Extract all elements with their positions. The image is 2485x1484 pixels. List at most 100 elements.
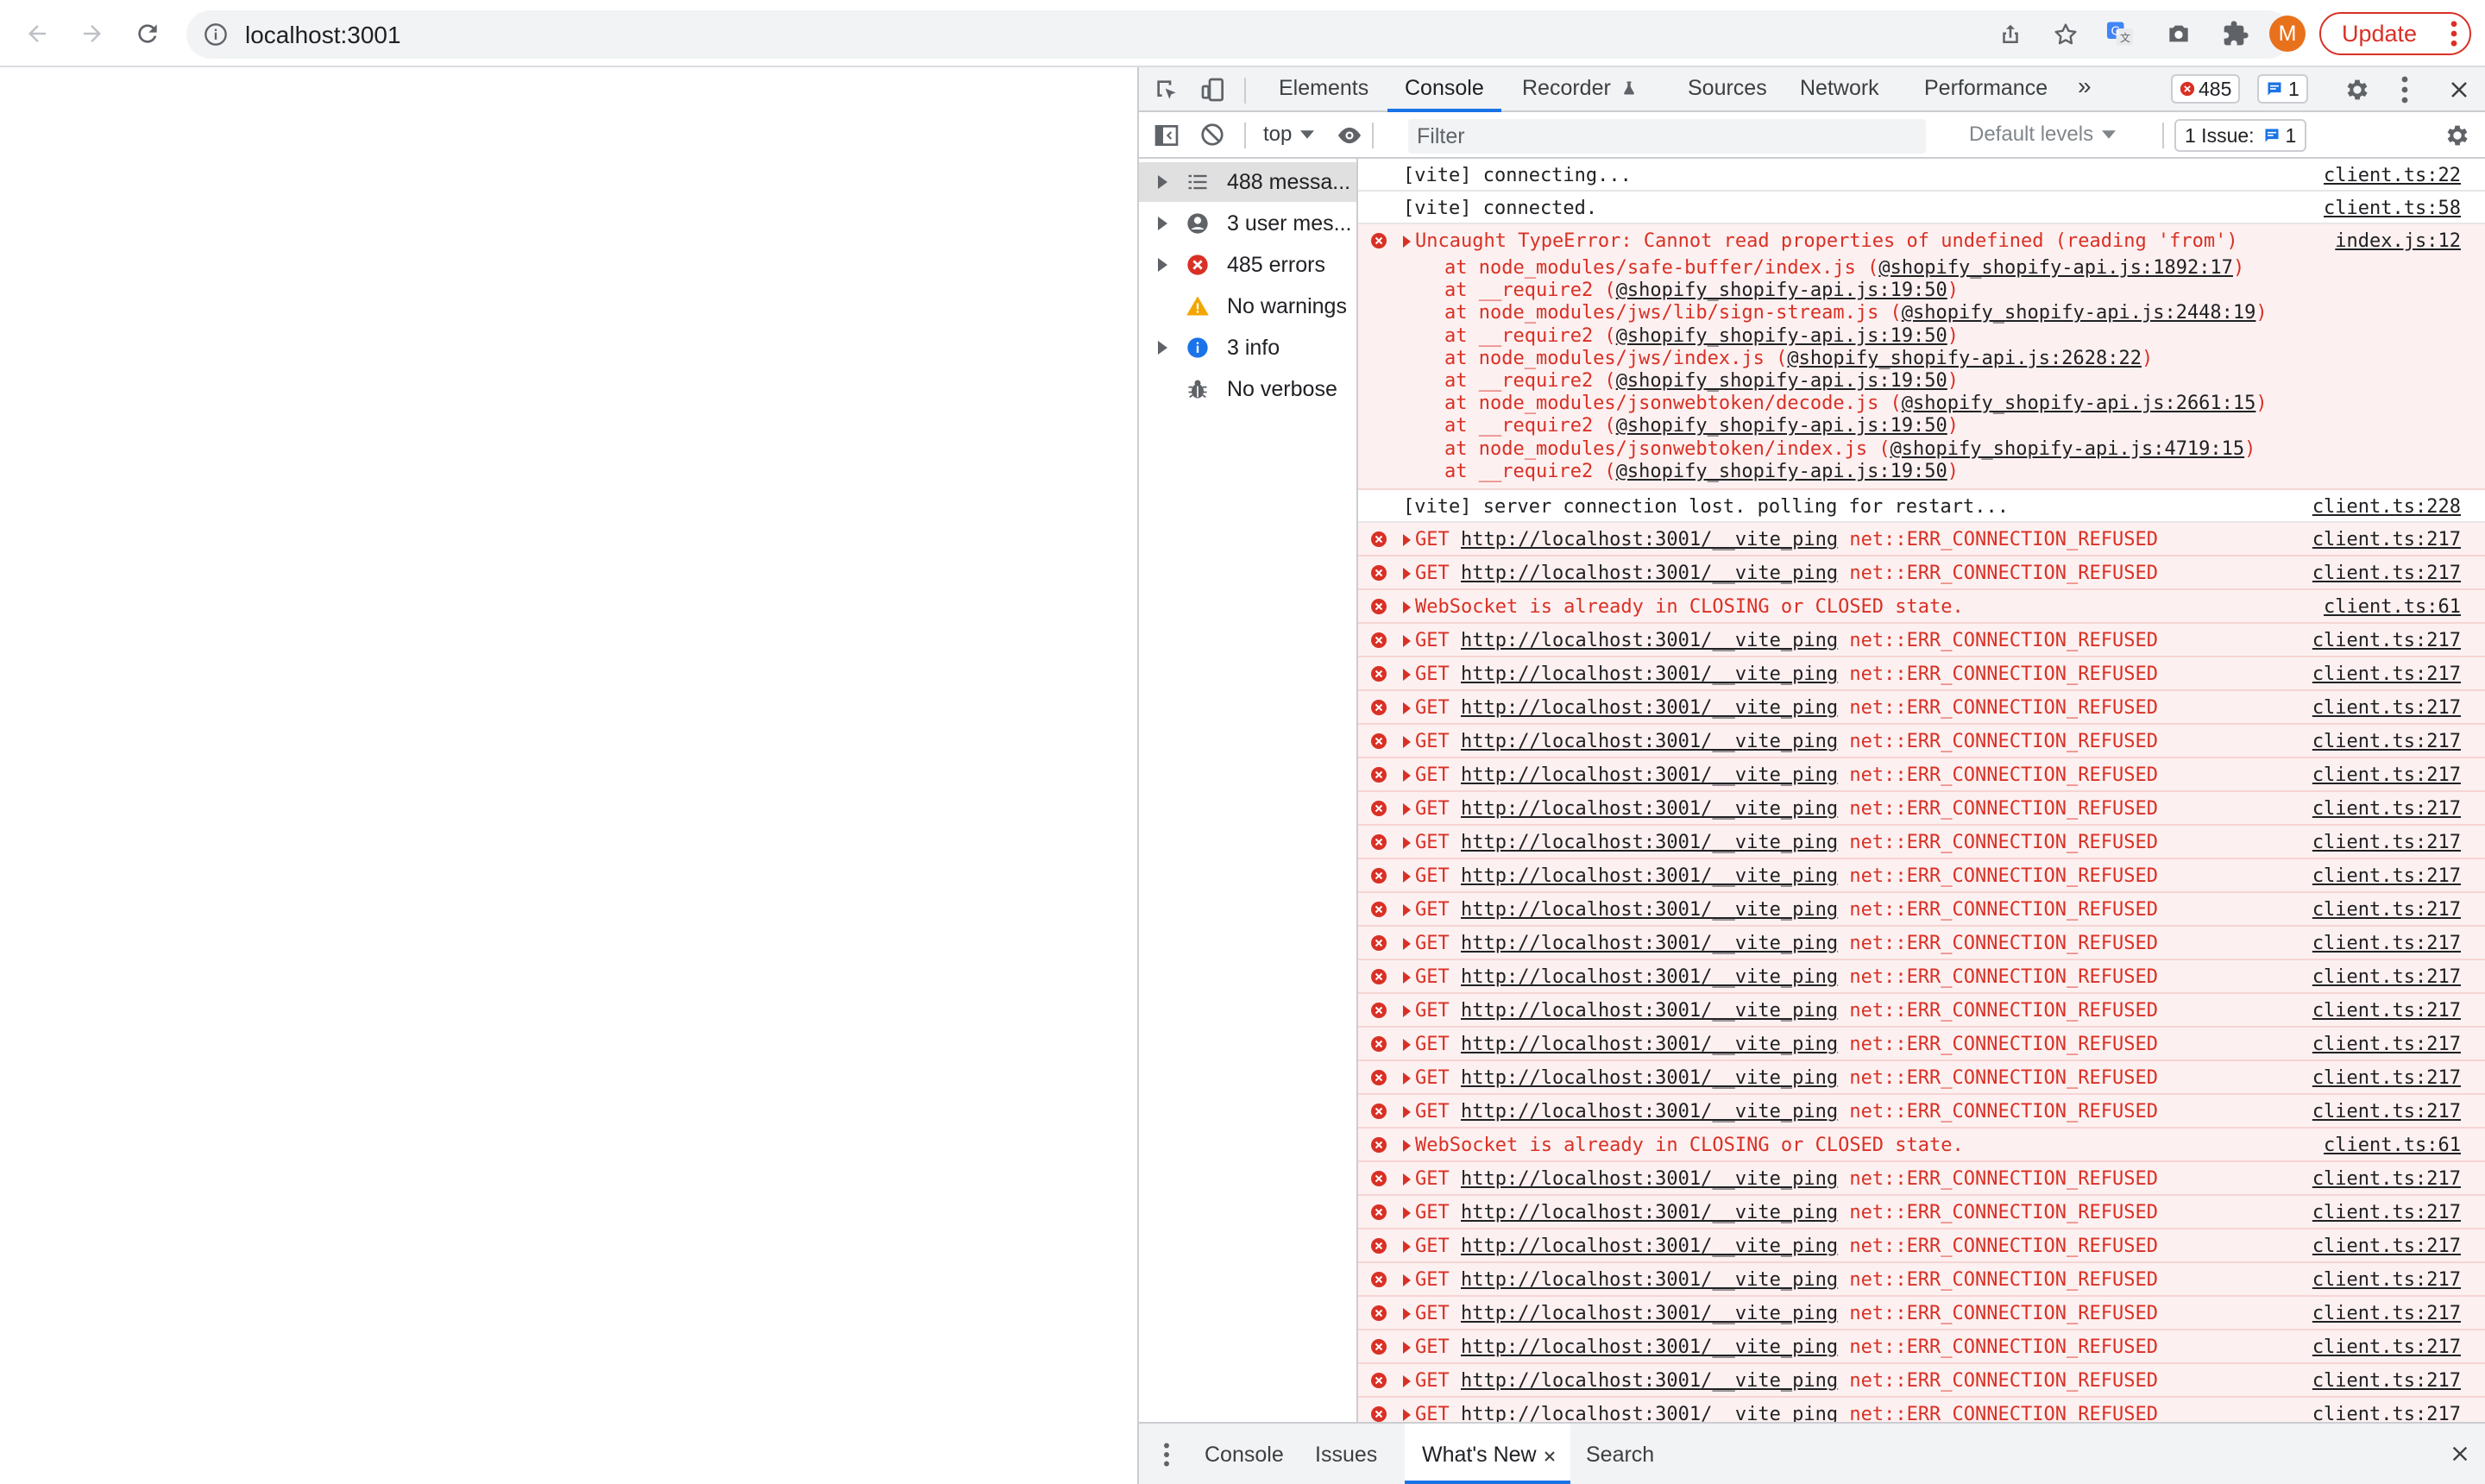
network-error-row[interactable]: GET http://localhost:3001/__vite_ping ne… xyxy=(1358,826,2485,859)
expand-arrow-icon[interactable] xyxy=(1403,803,1411,815)
source-link[interactable]: client.ts:217 xyxy=(2312,1303,2461,1324)
expand-arrow-icon[interactable] xyxy=(1403,1005,1411,1017)
request-url[interactable]: http://localhost:3001/__vite_ping xyxy=(1461,1236,1838,1257)
network-error-row[interactable]: GET http://localhost:3001/__vite_ping ne… xyxy=(1358,960,2485,994)
expand-arrow-icon[interactable] xyxy=(1403,702,1411,714)
network-error-row[interactable]: GET http://localhost:3001/__vite_ping ne… xyxy=(1358,1162,2485,1196)
request-url[interactable]: http://localhost:3001/__vite_ping xyxy=(1461,865,1838,887)
stack-frame-link[interactable]: @shopify_shopify-api.js:1892:17 xyxy=(1878,257,2233,279)
source-link[interactable]: client.ts:61 xyxy=(2324,596,2461,618)
source-link[interactable]: client.ts:217 xyxy=(2312,764,2461,786)
network-error-row[interactable]: GET http://localhost:3001/__vite_ping ne… xyxy=(1358,1061,2485,1095)
expand-arrow-icon[interactable] xyxy=(1403,1342,1411,1354)
expand-arrow-icon[interactable] xyxy=(1403,770,1411,782)
expand-arrow-icon[interactable] xyxy=(1403,1308,1411,1320)
expand-arrow-icon[interactable] xyxy=(1403,972,1411,984)
device-toolbar-button[interactable] xyxy=(1199,76,1227,108)
request-url[interactable]: http://localhost:3001/__vite_ping xyxy=(1461,1404,1838,1422)
request-url[interactable]: http://localhost:3001/__vite_ping xyxy=(1461,798,1838,820)
request-url[interactable]: http://localhost:3001/__vite_ping xyxy=(1461,1000,1838,1022)
extensions-button[interactable] xyxy=(2214,12,2257,55)
request-url[interactable]: http://localhost:3001/__vite_ping xyxy=(1461,1101,1838,1122)
stack-frame-link[interactable]: @shopify_shopify-api.js:19:50 xyxy=(1616,415,1947,437)
source-link[interactable]: client.ts:217 xyxy=(2312,966,2461,988)
source-link[interactable]: client.ts:217 xyxy=(2312,832,2461,853)
network-error-row[interactable]: GET http://localhost:3001/__vite_ping ne… xyxy=(1358,1263,2485,1297)
customize-menu-button[interactable] xyxy=(2400,76,2409,108)
source-link[interactable]: client.ts:217 xyxy=(2312,1336,2461,1358)
expand-icon[interactable] xyxy=(1158,217,1167,230)
websocket-error-row[interactable]: WebSocket is already in CLOSING or CLOSE… xyxy=(1358,590,2485,624)
expand-arrow-icon[interactable] xyxy=(1403,871,1411,883)
stack-frame-link[interactable]: @shopify_shopify-api.js:2661:15 xyxy=(1902,393,2256,414)
tab-elements[interactable]: Elements xyxy=(1279,76,1368,112)
request-url[interactable]: http://localhost:3001/__vite_ping xyxy=(1461,731,1838,752)
sidebar-item-user-messages[interactable]: 3 user mes... xyxy=(1139,204,1356,243)
network-error-row[interactable]: GET http://localhost:3001/__vite_ping ne… xyxy=(1358,556,2485,590)
network-error-row[interactable]: GET http://localhost:3001/__vite_ping ne… xyxy=(1358,1398,2485,1422)
source-link[interactable]: client.ts:228 xyxy=(2312,496,2461,518)
source-link[interactable]: client.ts:217 xyxy=(2312,1168,2461,1190)
expand-arrow-icon[interactable] xyxy=(1403,635,1411,647)
tab-performance[interactable]: Performance xyxy=(1924,76,2048,112)
network-error-row[interactable]: GET http://localhost:3001/__vite_ping ne… xyxy=(1358,523,2485,556)
drawer-tab-console[interactable]: Console xyxy=(1205,1443,1284,1468)
request-url[interactable]: http://localhost:3001/__vite_ping xyxy=(1461,1202,1838,1223)
sidebar-item-verbose[interactable]: No verbose xyxy=(1139,369,1356,409)
expand-arrow-icon[interactable] xyxy=(1403,669,1411,681)
more-tabs-icon[interactable]: » xyxy=(2078,72,2092,109)
network-error-row[interactable]: GET http://localhost:3001/__vite_ping ne… xyxy=(1358,1196,2485,1229)
drawer-tab-issues[interactable]: Issues xyxy=(1315,1443,1377,1468)
source-link[interactable]: client.ts:217 xyxy=(2312,663,2461,685)
share-button[interactable] xyxy=(1995,19,2026,50)
source-link[interactable]: client.ts:217 xyxy=(2312,1034,2461,1055)
expand-arrow-icon[interactable] xyxy=(1403,1409,1411,1421)
expand-icon[interactable] xyxy=(1158,258,1167,272)
expand-arrow-icon[interactable] xyxy=(1403,1173,1411,1185)
network-error-row[interactable]: GET http://localhost:3001/__vite_ping ne… xyxy=(1358,994,2485,1028)
request-url[interactable]: http://localhost:3001/__vite_ping xyxy=(1461,832,1838,853)
tab-network[interactable]: Network xyxy=(1800,76,1879,112)
source-link[interactable]: client.ts:217 xyxy=(2312,731,2461,752)
console-error-message[interactable]: Uncaught TypeError: Cannot read properti… xyxy=(1358,224,2485,490)
request-url[interactable]: http://localhost:3001/__vite_ping xyxy=(1461,966,1838,988)
network-error-row[interactable]: GET http://localhost:3001/__vite_ping ne… xyxy=(1358,624,2485,657)
source-link[interactable]: client.ts:217 xyxy=(2312,899,2461,921)
back-button[interactable] xyxy=(16,12,59,55)
address-bar[interactable]: localhost:3001 xyxy=(186,10,2292,59)
expand-arrow-icon[interactable] xyxy=(1403,568,1411,580)
sidebar-item-info[interactable]: 3 info xyxy=(1139,328,1356,368)
network-error-row[interactable]: GET http://localhost:3001/__vite_ping ne… xyxy=(1358,1364,2485,1398)
request-url[interactable]: http://localhost:3001/__vite_ping xyxy=(1461,1336,1838,1358)
expand-arrow-icon[interactable] xyxy=(1403,534,1411,546)
network-error-row[interactable]: GET http://localhost:3001/__vite_ping ne… xyxy=(1358,1297,2485,1330)
source-link[interactable]: client.ts:217 xyxy=(2312,563,2461,584)
expand-icon[interactable] xyxy=(1158,341,1167,355)
console-message[interactable]: [vite] connected. client.ts:58 xyxy=(1358,192,2485,224)
websocket-error-row[interactable]: WebSocket is already in CLOSING or CLOSE… xyxy=(1358,1129,2485,1162)
network-error-row[interactable]: GET http://localhost:3001/__vite_ping ne… xyxy=(1358,1095,2485,1129)
stack-frame-link[interactable]: @shopify_shopify-api.js:19:50 xyxy=(1616,370,1947,392)
clear-console-button[interactable] xyxy=(1199,122,1225,152)
expand-arrow-icon[interactable] xyxy=(1403,1140,1411,1152)
expand-arrow-icon[interactable] xyxy=(1403,938,1411,950)
source-link[interactable]: client.ts:217 xyxy=(2312,697,2461,719)
drawer-tab-whats-new[interactable]: What's New xyxy=(1405,1424,1570,1484)
expand-arrow-icon[interactable] xyxy=(1403,1072,1411,1085)
console-message[interactable]: [vite] server connection lost. polling f… xyxy=(1358,490,2485,523)
settings-button[interactable] xyxy=(2343,76,2371,108)
expand-arrow-icon[interactable] xyxy=(1403,1106,1411,1118)
stack-frame-link[interactable]: @shopify_shopify-api.js:19:50 xyxy=(1616,325,1947,347)
sidebar-toggle-button[interactable] xyxy=(1153,122,1180,154)
expand-arrow-icon[interactable] xyxy=(1403,1039,1411,1051)
forward-button[interactable] xyxy=(71,12,114,55)
network-error-row[interactable]: GET http://localhost:3001/__vite_ping ne… xyxy=(1358,927,2485,960)
network-error-row[interactable]: GET http://localhost:3001/__vite_ping ne… xyxy=(1358,1028,2485,1061)
expand-arrow-icon[interactable] xyxy=(1403,236,1411,248)
issues-button[interactable]: 1 Issue: 1 xyxy=(2174,119,2307,152)
expand-arrow-icon[interactable] xyxy=(1403,601,1411,613)
network-error-row[interactable]: GET http://localhost:3001/__vite_ping ne… xyxy=(1358,1229,2485,1263)
request-url[interactable]: http://localhost:3001/__vite_ping xyxy=(1461,764,1838,786)
network-error-row[interactable]: GET http://localhost:3001/__vite_ping ne… xyxy=(1358,758,2485,792)
filter-input[interactable] xyxy=(1408,119,1926,154)
